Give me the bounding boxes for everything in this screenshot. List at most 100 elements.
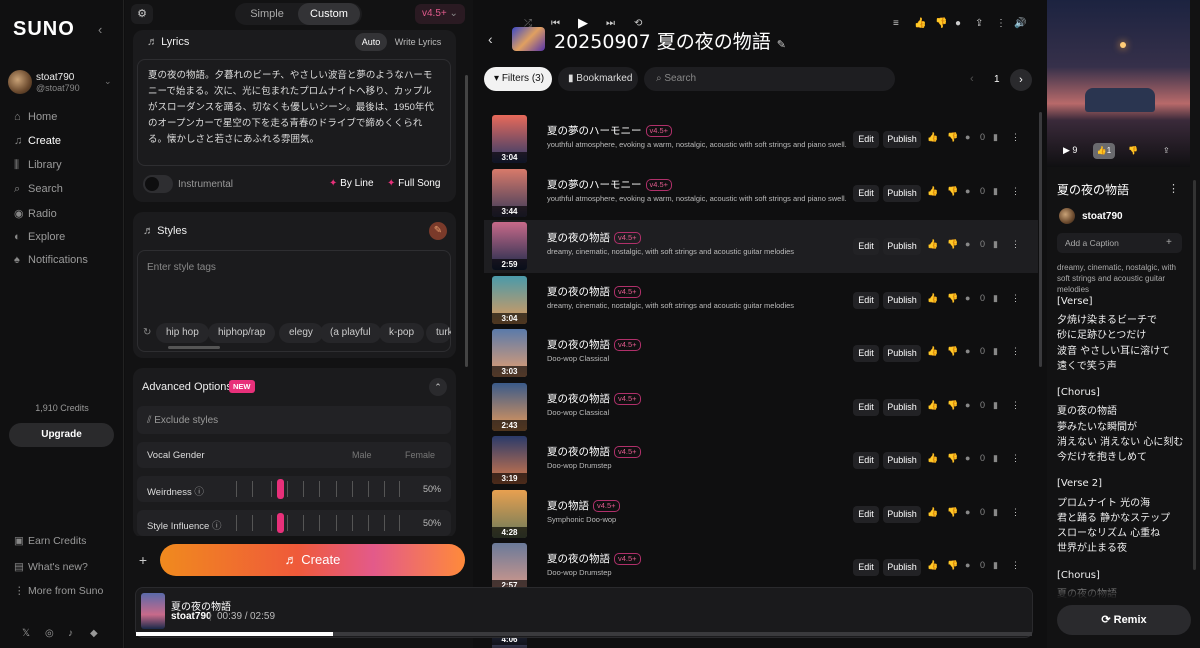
thumbs-down-icon[interactable]: 👎 [947, 453, 958, 464]
add-button[interactable]: + [133, 549, 153, 571]
thumbs-down-icon[interactable]: 👎 [947, 400, 958, 411]
upgrade-button[interactable]: Upgrade [9, 423, 114, 447]
comment-icon[interactable]: ● [965, 239, 970, 249]
play-icon[interactable]: ▶ [578, 15, 588, 31]
song-cover[interactable]: 2:57 [492, 543, 527, 591]
song-cover[interactable]: 3:03 [492, 329, 527, 377]
publish-button[interactable]: Publish [883, 238, 921, 255]
player-cover[interactable] [141, 593, 165, 629]
instagram-icon[interactable]: ◎ [45, 628, 54, 639]
tags-scrollbar[interactable] [168, 346, 220, 349]
thumbs-down-icon[interactable]: 👎 [947, 560, 958, 571]
sidebar-item-notifications[interactable]: ♠ Notifications [14, 254, 114, 270]
more-icon[interactable]: ⋮ [1011, 239, 1020, 250]
edit-button[interactable]: Edit [853, 291, 879, 309]
publish-button[interactable]: Publish [883, 398, 921, 416]
song-title[interactable]: 夏の夜の物語 v4.5+ [547, 551, 641, 566]
thumbs-down-icon[interactable]: 👎 [1128, 146, 1138, 155]
table-row[interactable]: 2:59 夏の夜の物語 v4.5+ dreamy, cinematic, nostal… [484, 220, 1038, 273]
style-tag[interactable]: hiphop/rap [208, 323, 276, 343]
style-tag[interactable]: turk [426, 323, 451, 343]
queue-icon[interactable]: ≡ [893, 18, 899, 29]
tiktok-icon[interactable]: ♪ [68, 628, 73, 639]
model-version-select[interactable]: v4.5+ ⌄ [415, 4, 465, 24]
magic-wand-icon[interactable]: ✎ [429, 222, 447, 240]
table-row[interactable]: 3:19 夏の夜の物語 v4.5+ Doo-wop Drumstep Edit Publi… [484, 434, 1038, 487]
thumbs-up-icon[interactable]: 👍 [927, 453, 938, 464]
player-artist[interactable]: stoat790 [171, 611, 212, 622]
bookmarked-button[interactable]: ▮ Bookmarked [558, 67, 638, 91]
chevron-up-icon[interactable]: ⌃ [429, 378, 447, 396]
thumbs-up-icon[interactable]: 👍 [927, 560, 938, 571]
thumbs-down-icon[interactable]: 👎 [947, 507, 958, 518]
comment-icon[interactable]: ● [955, 18, 961, 29]
x-icon[interactable]: 𝕏 [22, 628, 30, 639]
thumbs-up-icon[interactable]: 👍 [927, 293, 938, 304]
publish-button[interactable]: Publish [883, 452, 921, 469]
info-icon[interactable]: ⓘ [212, 521, 222, 532]
more-icon[interactable]: ⋮ [996, 18, 1006, 29]
song-cover[interactable]: 2:43 [492, 382, 527, 431]
publish-button[interactable]: Publish [883, 559, 921, 576]
publish-button[interactable]: Publish [883, 184, 921, 202]
table-row[interactable]: 3:44 夏の夢のハーモニー v4.5+ youthful atmosphere, e… [484, 167, 1038, 220]
weirdness-slider[interactable] [236, 479, 412, 499]
settings-gear-icon[interactable]: ⚙ [131, 4, 153, 24]
suno-logo[interactable]: SUNO [13, 18, 75, 41]
share-icon[interactable]: ⇪ [1163, 146, 1170, 155]
song-cover[interactable]: 3:04 [492, 275, 527, 324]
edit-button[interactable]: Edit [853, 505, 879, 523]
more-icon[interactable]: ⋮ [1011, 507, 1020, 518]
comment-icon[interactable]: ● [965, 186, 970, 196]
style-tag[interactable]: k-pop [379, 323, 425, 343]
publish-button[interactable]: Publish [883, 345, 921, 362]
next-page-icon[interactable]: › [1010, 69, 1032, 91]
collapse-sidebar-icon[interactable]: ‹ [98, 22, 102, 37]
vocal-male-option[interactable]: Male [352, 450, 372, 460]
thumbs-up-icon[interactable]: 👍 [927, 132, 938, 143]
thumbs-up-icon[interactable]: 👍 [927, 239, 938, 250]
instrumental-toggle[interactable] [143, 175, 173, 193]
comment-icon[interactable]: ● [965, 293, 970, 303]
avatar[interactable] [1059, 208, 1075, 224]
play-count-button[interactable]: ▶ 9 [1063, 145, 1077, 161]
bookmark-icon[interactable]: ▮ [993, 132, 998, 143]
sidebar-footer-item[interactable]: ▤ What's new? [14, 561, 114, 577]
sidebar-item-home[interactable]: ⌂ Home [14, 111, 114, 127]
volume-icon[interactable]: 🔊 [1014, 18, 1026, 29]
vocal-female-option[interactable]: Female [405, 450, 435, 460]
by-line-button[interactable]: ✦ By Line [329, 178, 374, 189]
thumbs-up-icon[interactable]: 👍 [927, 186, 938, 197]
slider-knob[interactable] [276, 479, 284, 499]
previous-icon[interactable]: ⏮ [551, 18, 560, 29]
bookmark-icon[interactable]: ▮ [993, 560, 998, 571]
thumbs-down-icon[interactable]: 👎 [947, 293, 958, 304]
song-title[interactable]: 夏の夜の物語 v4.5+ [547, 391, 641, 406]
sidebar-footer-item[interactable]: ▣ Earn Credits [14, 535, 114, 551]
thumbs-down-icon[interactable]: 👎 [935, 18, 947, 29]
user-menu[interactable]: stoat790 @stoat790 ⌄ [8, 70, 118, 96]
edit-button[interactable]: Edit [853, 238, 879, 255]
thumbs-down-icon[interactable]: 👎 [947, 186, 958, 197]
publish-button[interactable]: Publish [883, 291, 921, 309]
mode-toggle[interactable]: Simple Custom [235, 3, 362, 25]
edit-button[interactable]: Edit [853, 345, 879, 362]
sidebar-item-radio[interactable]: ◉ Radio [14, 207, 114, 223]
table-row[interactable]: 3:04 夏の夢のハーモニー v4.5+ youthful atmosphere, e… [484, 113, 1038, 166]
sidebar-item-explore[interactable]: ◐ Explore [14, 231, 114, 247]
thumbs-up-icon[interactable]: 👍 [927, 400, 938, 411]
detail-scrollbar[interactable] [1193, 180, 1196, 570]
more-icon[interactable]: ⋮ [1011, 453, 1020, 464]
shuffle-icon[interactable]: ⤮ [524, 18, 532, 29]
edit-button[interactable]: Edit [853, 131, 879, 148]
search-input[interactable]: ⌕ Search [644, 67, 895, 91]
bookmark-icon[interactable]: ▮ [993, 239, 998, 250]
more-icon[interactable]: ⋮ [1168, 182, 1179, 195]
style-influence-slider[interactable] [236, 513, 412, 533]
bookmark-icon[interactable]: ▮ [993, 186, 998, 197]
song-cover[interactable]: 3:04 [492, 115, 527, 163]
detail-artist[interactable]: stoat790 [1082, 211, 1123, 222]
comment-icon[interactable]: ● [965, 560, 970, 570]
sidebar-item-library[interactable]: ⫼ Library [14, 159, 114, 175]
thumbs-up-icon[interactable]: 👍 [927, 346, 938, 357]
